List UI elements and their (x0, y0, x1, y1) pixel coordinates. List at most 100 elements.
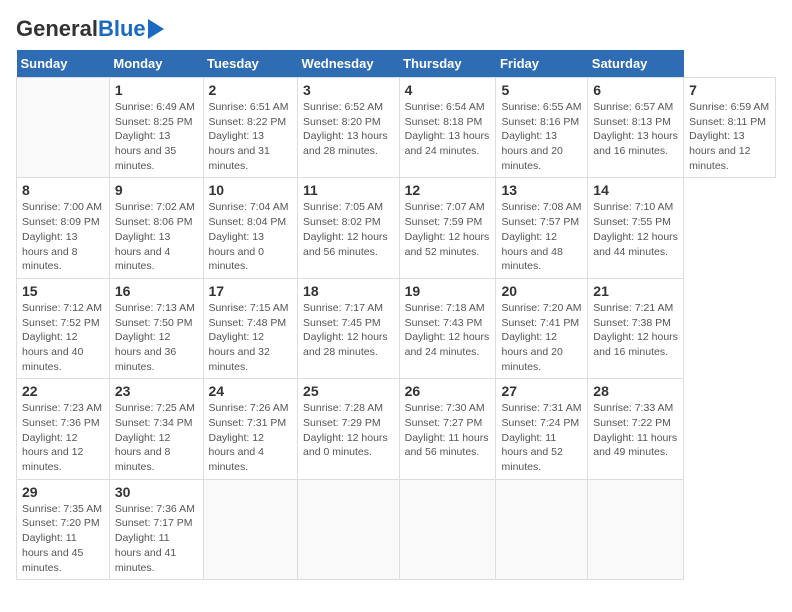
day-number: 6 (593, 82, 678, 98)
day-header: Wednesday (298, 50, 400, 78)
day-header: Saturday (588, 50, 684, 78)
day-cell: 10 Sunrise: 7:04 AM Sunset: 8:04 PM Dayl… (203, 178, 298, 278)
day-number: 12 (405, 182, 491, 198)
day-cell: 11 Sunrise: 7:05 AM Sunset: 8:02 PM Dayl… (298, 178, 400, 278)
day-info: Sunrise: 7:25 AM Sunset: 7:34 PM Dayligh… (115, 401, 198, 474)
day-info: Sunrise: 7:36 AM Sunset: 7:17 PM Dayligh… (115, 502, 198, 575)
logo-general: General (16, 16, 98, 42)
day-cell: 30 Sunrise: 7:36 AM Sunset: 7:17 PM Dayl… (109, 479, 203, 579)
day-number: 5 (501, 82, 582, 98)
day-number: 21 (593, 283, 678, 299)
day-cell: 2 Sunrise: 6:51 AM Sunset: 8:22 PM Dayli… (203, 78, 298, 178)
day-number: 29 (22, 484, 104, 500)
empty-day-cell (203, 479, 298, 579)
day-cell: 21 Sunrise: 7:21 AM Sunset: 7:38 PM Dayl… (588, 278, 684, 378)
empty-day-cell (399, 479, 496, 579)
empty-day-cell (298, 479, 400, 579)
day-cell: 25 Sunrise: 7:28 AM Sunset: 7:29 PM Dayl… (298, 379, 400, 479)
day-cell: 24 Sunrise: 7:26 AM Sunset: 7:31 PM Dayl… (203, 379, 298, 479)
day-cell: 13 Sunrise: 7:08 AM Sunset: 7:57 PM Dayl… (496, 178, 588, 278)
day-cell: 18 Sunrise: 7:17 AM Sunset: 7:45 PM Dayl… (298, 278, 400, 378)
logo: General Blue (16, 16, 164, 42)
day-header: Tuesday (203, 50, 298, 78)
day-cell: 8 Sunrise: 7:00 AM Sunset: 8:09 PM Dayli… (17, 178, 110, 278)
day-info: Sunrise: 7:23 AM Sunset: 7:36 PM Dayligh… (22, 401, 104, 474)
logo-arrow (148, 19, 164, 39)
logo-blue: Blue (98, 16, 146, 42)
day-info: Sunrise: 6:49 AM Sunset: 8:25 PM Dayligh… (115, 100, 198, 173)
empty-day-cell (496, 479, 588, 579)
day-cell: 26 Sunrise: 7:30 AM Sunset: 7:27 PM Dayl… (399, 379, 496, 479)
day-info: Sunrise: 7:28 AM Sunset: 7:29 PM Dayligh… (303, 401, 394, 460)
day-cell: 6 Sunrise: 6:57 AM Sunset: 8:13 PM Dayli… (588, 78, 684, 178)
calendar-table: SundayMondayTuesdayWednesdayThursdayFrid… (16, 50, 776, 580)
day-number: 1 (115, 82, 198, 98)
day-number: 11 (303, 182, 394, 198)
day-info: Sunrise: 7:30 AM Sunset: 7:27 PM Dayligh… (405, 401, 491, 460)
day-cell: 20 Sunrise: 7:20 AM Sunset: 7:41 PM Dayl… (496, 278, 588, 378)
day-number: 4 (405, 82, 491, 98)
day-cell: 19 Sunrise: 7:18 AM Sunset: 7:43 PM Dayl… (399, 278, 496, 378)
day-info: Sunrise: 7:13 AM Sunset: 7:50 PM Dayligh… (115, 301, 198, 374)
day-number: 18 (303, 283, 394, 299)
day-info: Sunrise: 7:18 AM Sunset: 7:43 PM Dayligh… (405, 301, 491, 360)
day-number: 17 (209, 283, 293, 299)
day-cell: 14 Sunrise: 7:10 AM Sunset: 7:55 PM Dayl… (588, 178, 684, 278)
day-info: Sunrise: 7:21 AM Sunset: 7:38 PM Dayligh… (593, 301, 678, 360)
empty-day-cell (588, 479, 684, 579)
day-number: 13 (501, 182, 582, 198)
day-info: Sunrise: 7:04 AM Sunset: 8:04 PM Dayligh… (209, 200, 293, 273)
day-cell: 5 Sunrise: 6:55 AM Sunset: 8:16 PM Dayli… (496, 78, 588, 178)
day-number: 28 (593, 383, 678, 399)
day-number: 8 (22, 182, 104, 198)
day-info: Sunrise: 6:54 AM Sunset: 8:18 PM Dayligh… (405, 100, 491, 159)
day-cell: 17 Sunrise: 7:15 AM Sunset: 7:48 PM Dayl… (203, 278, 298, 378)
day-info: Sunrise: 7:20 AM Sunset: 7:41 PM Dayligh… (501, 301, 582, 374)
day-cell: 27 Sunrise: 7:31 AM Sunset: 7:24 PM Dayl… (496, 379, 588, 479)
day-info: Sunrise: 7:08 AM Sunset: 7:57 PM Dayligh… (501, 200, 582, 273)
day-number: 23 (115, 383, 198, 399)
day-cell: 7 Sunrise: 6:59 AM Sunset: 8:11 PM Dayli… (684, 78, 776, 178)
day-info: Sunrise: 6:57 AM Sunset: 8:13 PM Dayligh… (593, 100, 678, 159)
day-number: 10 (209, 182, 293, 198)
day-number: 19 (405, 283, 491, 299)
day-number: 7 (689, 82, 770, 98)
day-number: 9 (115, 182, 198, 198)
day-cell: 1 Sunrise: 6:49 AM Sunset: 8:25 PM Dayli… (109, 78, 203, 178)
day-number: 3 (303, 82, 394, 98)
day-info: Sunrise: 7:02 AM Sunset: 8:06 PM Dayligh… (115, 200, 198, 273)
day-cell: 16 Sunrise: 7:13 AM Sunset: 7:50 PM Dayl… (109, 278, 203, 378)
day-info: Sunrise: 7:15 AM Sunset: 7:48 PM Dayligh… (209, 301, 293, 374)
day-cell: 12 Sunrise: 7:07 AM Sunset: 7:59 PM Dayl… (399, 178, 496, 278)
day-number: 15 (22, 283, 104, 299)
day-cell: 23 Sunrise: 7:25 AM Sunset: 7:34 PM Dayl… (109, 379, 203, 479)
day-info: Sunrise: 7:33 AM Sunset: 7:22 PM Dayligh… (593, 401, 678, 460)
day-header: Monday (109, 50, 203, 78)
day-info: Sunrise: 6:55 AM Sunset: 8:16 PM Dayligh… (501, 100, 582, 173)
day-info: Sunrise: 7:07 AM Sunset: 7:59 PM Dayligh… (405, 200, 491, 259)
day-number: 14 (593, 182, 678, 198)
day-number: 25 (303, 383, 394, 399)
day-header: Sunday (17, 50, 110, 78)
day-header: Thursday (399, 50, 496, 78)
day-info: Sunrise: 7:17 AM Sunset: 7:45 PM Dayligh… (303, 301, 394, 360)
day-cell: 29 Sunrise: 7:35 AM Sunset: 7:20 PM Dayl… (17, 479, 110, 579)
day-number: 26 (405, 383, 491, 399)
day-cell: 3 Sunrise: 6:52 AM Sunset: 8:20 PM Dayli… (298, 78, 400, 178)
day-info: Sunrise: 7:35 AM Sunset: 7:20 PM Dayligh… (22, 502, 104, 575)
day-number: 24 (209, 383, 293, 399)
day-cell: 28 Sunrise: 7:33 AM Sunset: 7:22 PM Dayl… (588, 379, 684, 479)
day-info: Sunrise: 7:12 AM Sunset: 7:52 PM Dayligh… (22, 301, 104, 374)
day-info: Sunrise: 7:05 AM Sunset: 8:02 PM Dayligh… (303, 200, 394, 259)
day-cell: 15 Sunrise: 7:12 AM Sunset: 7:52 PM Dayl… (17, 278, 110, 378)
day-info: Sunrise: 7:31 AM Sunset: 7:24 PM Dayligh… (501, 401, 582, 474)
day-number: 20 (501, 283, 582, 299)
day-info: Sunrise: 6:59 AM Sunset: 8:11 PM Dayligh… (689, 100, 770, 173)
day-number: 30 (115, 484, 198, 500)
day-info: Sunrise: 7:00 AM Sunset: 8:09 PM Dayligh… (22, 200, 104, 273)
day-cell: 4 Sunrise: 6:54 AM Sunset: 8:18 PM Dayli… (399, 78, 496, 178)
day-cell: 22 Sunrise: 7:23 AM Sunset: 7:36 PM Dayl… (17, 379, 110, 479)
day-cell: 9 Sunrise: 7:02 AM Sunset: 8:06 PM Dayli… (109, 178, 203, 278)
day-number: 22 (22, 383, 104, 399)
day-info: Sunrise: 7:10 AM Sunset: 7:55 PM Dayligh… (593, 200, 678, 259)
